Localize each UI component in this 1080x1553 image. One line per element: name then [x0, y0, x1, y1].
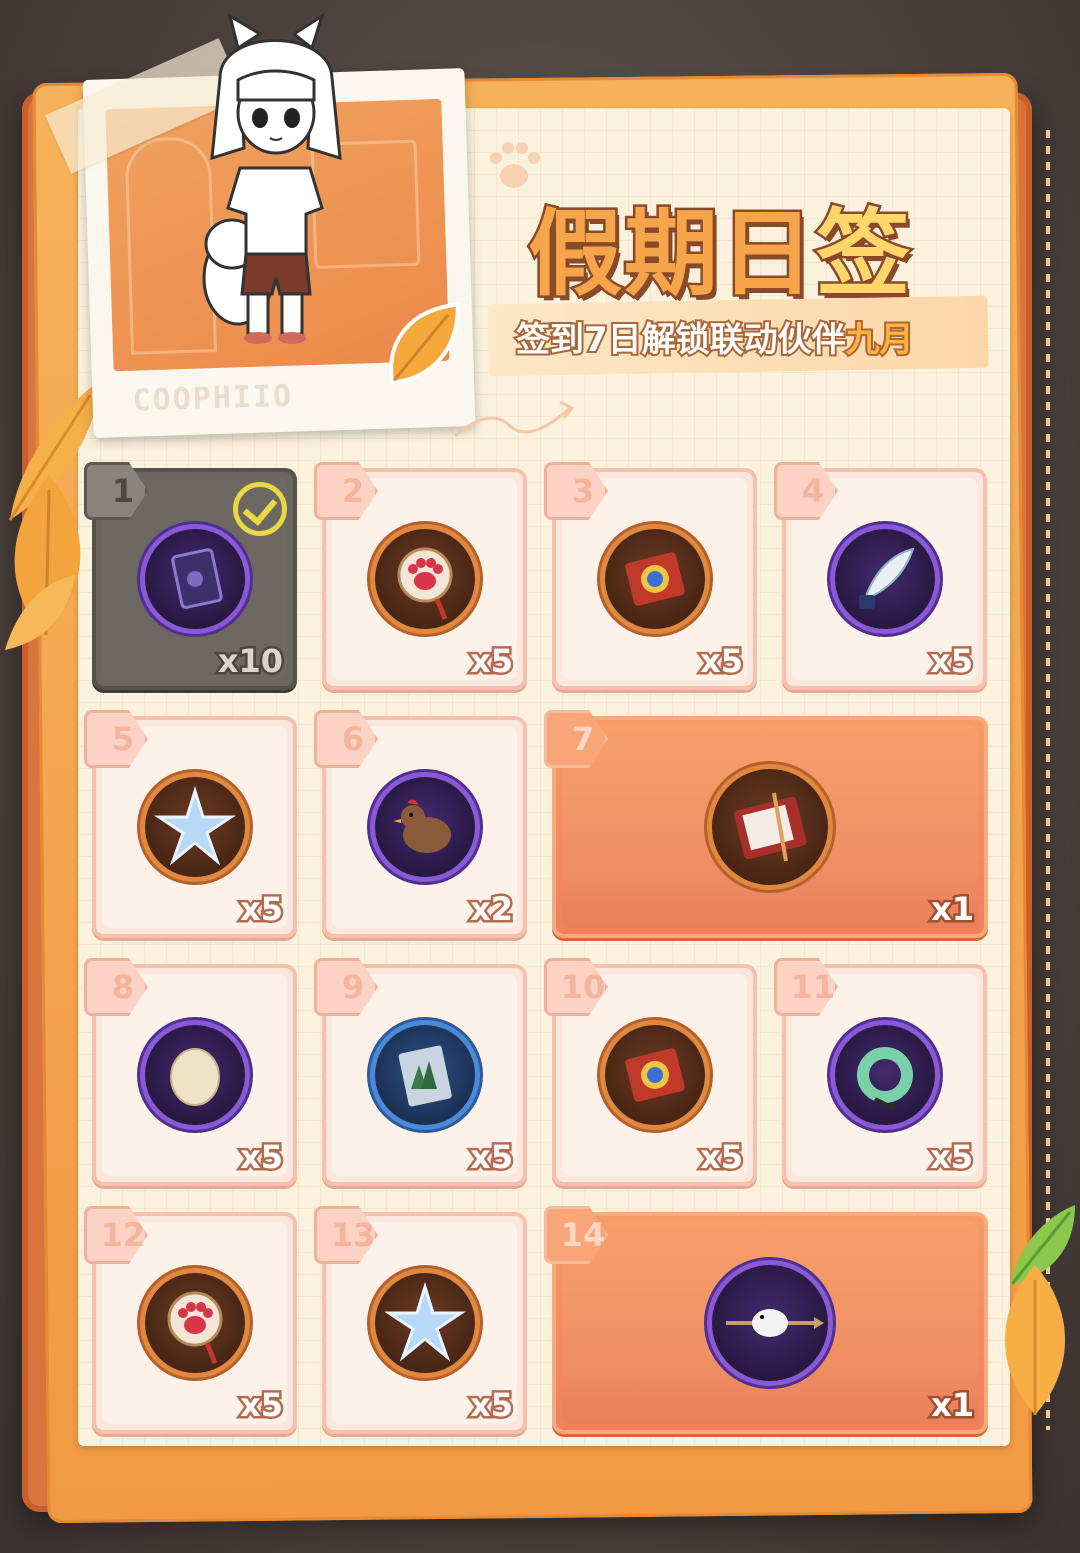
- arrow-swirl-icon: [450, 396, 580, 451]
- quill-ink-icon: [834, 529, 935, 629]
- reward-card-day-6[interactable]: 6 x2: [314, 710, 527, 938]
- reward-quantity: x5: [928, 640, 976, 683]
- polaroid-caption: COOPHIIO: [132, 378, 294, 419]
- ticket-icon: [604, 1025, 705, 1125]
- egg-icon: [144, 1025, 245, 1125]
- day-number: 2: [341, 472, 365, 510]
- reward-quantity: x5: [238, 888, 286, 931]
- seal-arrow-icon: [712, 1265, 828, 1381]
- paw-pendant-icon: [144, 1273, 245, 1373]
- reward-card-day-8[interactable]: 8 x5: [84, 958, 297, 1186]
- reward-quantity: x5: [468, 1136, 516, 1179]
- reward-card-day-5[interactable]: 5 x5: [84, 710, 297, 938]
- reward-card-day-3[interactable]: 3 x5: [544, 462, 757, 690]
- day-number: 4: [801, 472, 825, 510]
- reward-card-day-1[interactable]: 1 x10: [84, 462, 297, 690]
- day-number: 12: [100, 1216, 146, 1254]
- day-number: 8: [111, 968, 135, 1006]
- reward-quantity: x5: [468, 640, 516, 683]
- reward-card-day-12[interactable]: 12 x5: [84, 1206, 297, 1434]
- event-title: 假期日签: [525, 198, 913, 312]
- autumn-leaf-icon: [990, 1260, 1080, 1420]
- reward-card-day-4[interactable]: 4 x5: [774, 462, 987, 690]
- paw-pendant-icon: [374, 529, 475, 629]
- reward-quantity: x1: [929, 1384, 977, 1427]
- reward-quantity: x5: [698, 640, 746, 683]
- reward-quantity: x5: [238, 1384, 286, 1427]
- day-number: 1: [111, 472, 135, 510]
- autumn-leaf-icon: [0, 570, 80, 660]
- crystal-star-icon: [374, 1273, 475, 1373]
- day-number: 13: [330, 1216, 376, 1254]
- reward-card-day-9[interactable]: 9 x5: [314, 958, 527, 1186]
- reward-quantity: x1: [929, 888, 977, 931]
- day-number: 5: [111, 720, 135, 758]
- day-number: 3: [571, 472, 595, 510]
- gift-box-icon: [712, 769, 828, 885]
- ticket-icon: [604, 529, 705, 629]
- day-number: 9: [341, 968, 365, 1006]
- reward-quantity: x10: [215, 640, 285, 683]
- reward-card-day-11[interactable]: 11 x5: [774, 958, 987, 1186]
- reward-quantity: x5: [238, 1136, 286, 1179]
- reward-card-day-10[interactable]: 10 x5: [544, 958, 757, 1186]
- partner-character-jiuyue: [190, 8, 360, 348]
- reward-card-day-14[interactable]: 14 x1: [544, 1206, 988, 1434]
- claimed-check-icon: [233, 482, 287, 536]
- jade-pendant-icon: [834, 1025, 935, 1125]
- day-number: 11: [790, 968, 836, 1006]
- day-number: 14: [560, 1216, 606, 1254]
- reward-card-day-2[interactable]: 2 x5: [314, 462, 527, 690]
- forest-card-icon: [374, 1025, 475, 1125]
- event-subtitle: 签到7日解锁联动伙伴九月: [514, 318, 916, 362]
- reward-quantity: x5: [468, 1384, 516, 1427]
- autumn-leaf-icon: [380, 298, 467, 391]
- chicken-icon: [374, 777, 475, 877]
- purple-card-icon: [144, 529, 245, 629]
- day-number: 6: [341, 720, 365, 758]
- reward-card-day-7[interactable]: 7 x1: [544, 710, 988, 938]
- day-number: 10: [560, 968, 606, 1006]
- crystal-star-icon: [144, 777, 245, 877]
- reward-quantity: x5: [698, 1136, 746, 1179]
- reward-card-day-13[interactable]: 13 x5: [314, 1206, 527, 1434]
- reward-quantity: x2: [468, 888, 516, 931]
- reward-quantity: x5: [928, 1136, 976, 1179]
- day-number: 7: [571, 720, 595, 758]
